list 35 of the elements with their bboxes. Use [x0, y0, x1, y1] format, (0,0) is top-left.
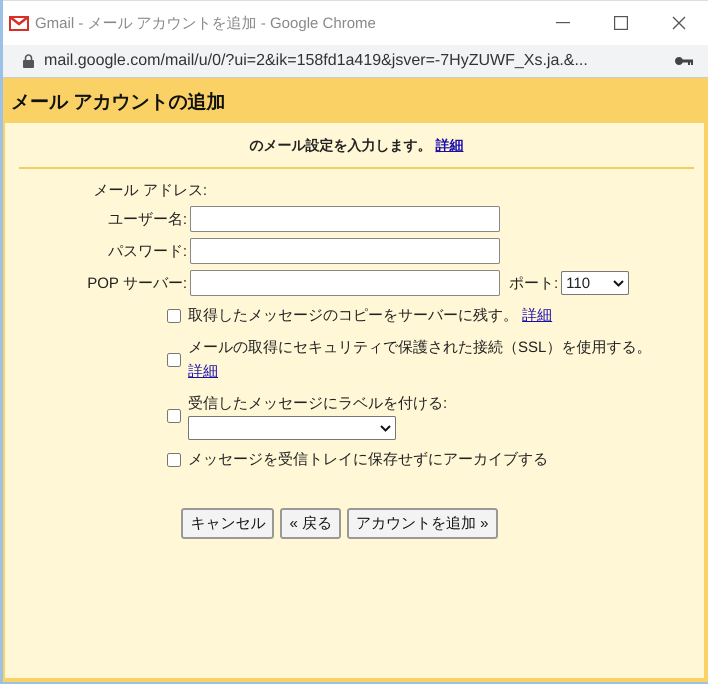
field-label: パスワード: [106, 242, 187, 260]
key-icon[interactable] [674, 56, 694, 66]
minimize-icon[interactable] [556, 22, 570, 24]
chevron-icon [380, 424, 391, 432]
field-label: POP サーバー: [86, 274, 187, 292]
window-title: Gmail - メール アカウントを追加 - Google Chrome [35, 14, 377, 32]
maximize-icon[interactable] [614, 16, 628, 30]
field-label: ユーザー名: [106, 210, 187, 228]
port-label: ポート: [509, 274, 558, 292]
lock-icon [23, 54, 34, 68]
option-text: メッセージを受信トレイに保存せずにアーカイブする [188, 451, 548, 468]
dialog-button[interactable]: アカウントを追加 » [347, 508, 498, 539]
gmail-logo-icon [9, 16, 29, 30]
details-link[interactable]: 詳細 [436, 137, 464, 155]
intro-text: のメール設定を入力します。 [250, 137, 432, 155]
checkbox[interactable] [167, 453, 181, 467]
field-label: メール アドレス: [92, 181, 207, 200]
chevron-icon [613, 280, 624, 286]
option-text: メールの取得にセキュリティで保護された接続（SSL）を使用する。 [188, 339, 652, 356]
port-dropdown[interactable]: 110 [561, 271, 630, 295]
details-link[interactable]: 詳細 [522, 307, 552, 324]
option-text: 受信したメッセージにラベルを付ける: [188, 395, 448, 412]
checkbox[interactable] [167, 353, 181, 367]
option-text: 取得したメッセージのコピーをサーバーに残す。 [188, 307, 518, 324]
dialog-button[interactable]: キャンセル [181, 508, 274, 539]
input-field[interactable] [190, 270, 500, 296]
checkbox[interactable] [167, 409, 181, 423]
label-dropdown[interactable] [188, 416, 396, 440]
close-icon[interactable] [672, 16, 686, 30]
details-link[interactable]: 詳細 [188, 363, 218, 380]
dialog-title: メール アカウントの追加 [10, 91, 226, 115]
checkbox[interactable] [167, 309, 181, 323]
input-field[interactable] [190, 238, 500, 264]
input-field[interactable] [190, 206, 500, 232]
dialog-button[interactable]: « 戻る [280, 508, 341, 539]
